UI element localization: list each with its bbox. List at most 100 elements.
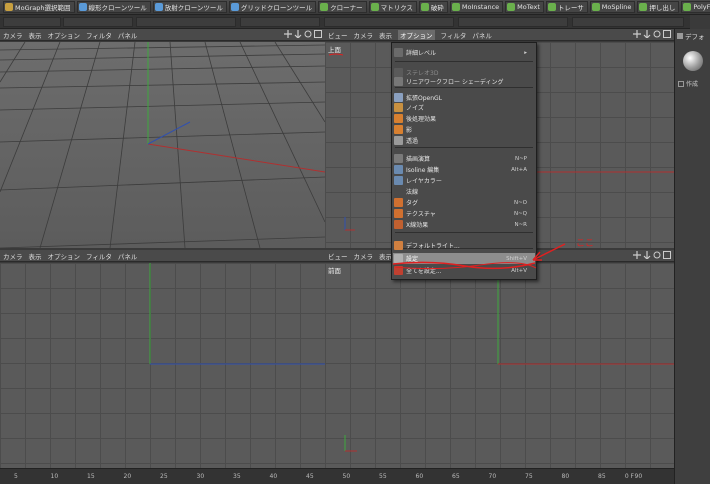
toolbar2-segment[interactable] — [3, 17, 61, 27]
bottom-left-view-header: カメラ 表示 オプション フィルタ パネル — [0, 250, 325, 262]
menu-filter[interactable]: フィルタ — [86, 30, 112, 40]
menu-item[interactable]: 描画演算 N~P — [393, 153, 535, 164]
toolbar2-segment[interactable] — [240, 17, 320, 27]
menu-display[interactable]: 表示 — [29, 30, 42, 40]
menu-view[interactable]: ビュー — [328, 30, 348, 40]
right-viewport[interactable] — [0, 263, 325, 468]
toolbar-button[interactable]: グリッドクローンツール — [228, 1, 317, 13]
toolbar-button[interactable]: トレーサ — [545, 1, 588, 13]
ruler-tick: 30 — [196, 473, 205, 480]
perspective-viewport[interactable] — [0, 42, 325, 248]
maximize-view-icon[interactable] — [663, 30, 671, 38]
rotate-view-icon[interactable] — [653, 251, 661, 259]
ruler-tick: 10 — [50, 473, 59, 480]
menu-item[interactable]: リニアワークフロー シェーディング — [393, 76, 535, 87]
menu-camera[interactable]: カメラ — [3, 30, 23, 40]
menu-separator — [395, 147, 533, 148]
toolbar2-segment[interactable] — [324, 17, 454, 27]
menu-options[interactable]: オプション — [48, 251, 81, 261]
checkbox-icon[interactable] — [678, 80, 684, 87]
toolbar-button[interactable]: 破砕 — [418, 1, 448, 13]
menu-item[interactable]: 詳細レベル ▸ — [393, 47, 535, 58]
menu-panel[interactable]: パネル — [472, 30, 492, 40]
normal-icon — [394, 187, 403, 196]
mograph-toolbar: MoGraph選択範囲 線形クローンツール 放射クローンツール グリッドクローンツール… — [0, 0, 710, 15]
menu-item-shortcut: Alt+A — [511, 166, 527, 173]
rotate-view-icon[interactable] — [304, 30, 312, 38]
toolbar-button-label: 放射クローンツール — [164, 4, 223, 12]
menu-view[interactable]: ビュー — [328, 251, 348, 261]
xray-icon — [394, 220, 403, 229]
matrix-icon — [370, 3, 379, 11]
menu-item[interactable]: テクスチャ N~Q — [393, 208, 535, 219]
tracer-icon — [547, 3, 556, 11]
toolbar2-segment[interactable] — [136, 17, 236, 27]
toolbar-button[interactable]: 押し出し — [637, 1, 680, 13]
zoom-view-icon[interactable] — [643, 30, 651, 39]
menu-camera[interactable]: カメラ — [354, 30, 374, 40]
linear-clone-icon — [78, 3, 87, 11]
menu-item-label: レイヤカラー — [406, 178, 442, 185]
menu-item[interactable]: Isoline 編集 Alt+A — [393, 164, 535, 175]
toolbar-button[interactable]: MoText — [505, 1, 544, 13]
top-right-view-header: ビュー カメラ 表示 オプション フィルタ パネル — [325, 29, 674, 41]
move-view-icon[interactable] — [633, 251, 641, 259]
annotation-scribble — [392, 243, 566, 270]
menu-options[interactable]: オプション — [48, 30, 81, 40]
create-item[interactable]: 作成 — [678, 79, 698, 88]
material-preview-sphere[interactable] — [683, 51, 703, 71]
menu-item[interactable]: レイヤカラー — [393, 175, 535, 186]
ruler-tick: 60 — [415, 473, 424, 480]
front-viewport[interactable]: 前面 — [325, 263, 674, 468]
rotate-view-icon[interactable] — [653, 30, 661, 38]
move-view-icon[interactable] — [284, 30, 292, 38]
perspective-grid — [0, 42, 325, 248]
toolbar-button[interactable]: MoInstance — [449, 1, 504, 13]
panel-tab[interactable]: デフォ — [677, 31, 705, 41]
menu-panel[interactable]: パネル — [118, 30, 138, 40]
menu-options-active[interactable]: オプション — [398, 29, 435, 40]
toolbar-button[interactable]: クローナー — [318, 1, 367, 13]
menu-display[interactable]: 表示 — [379, 30, 392, 40]
menu-display[interactable]: 表示 — [29, 251, 42, 261]
menu-filter[interactable]: フィルタ — [86, 251, 112, 261]
toolbar2-segment[interactable] — [572, 17, 684, 27]
menu-item-shortcut: N~P — [514, 155, 527, 162]
tag-icon — [394, 198, 403, 207]
menu-item-shortcut: N~O — [513, 199, 527, 206]
texture-icon — [394, 209, 403, 218]
menu-item[interactable]: 後処理効果 — [393, 113, 535, 124]
layer-color-icon — [394, 176, 403, 185]
zoom-view-icon[interactable] — [294, 30, 302, 39]
toolbar2-segment[interactable] — [458, 17, 568, 27]
menu-item[interactable]: ノイズ — [393, 102, 535, 113]
toolbar-button-label: 押し出し — [649, 4, 676, 12]
menu-item[interactable]: 透過 — [393, 135, 535, 146]
menu-panel[interactable]: パネル — [118, 251, 138, 261]
menu-item[interactable]: 法線 — [393, 186, 535, 197]
toolbar-button-label: グリッドクローンツール — [240, 4, 313, 12]
menu-item[interactable]: 影 — [393, 124, 535, 135]
menu-item[interactable]: X線効果 N~R — [393, 219, 535, 230]
menu-camera[interactable]: カメラ — [354, 251, 374, 261]
toolbar-button[interactable]: MoSpline — [589, 1, 636, 13]
toolbar-button[interactable]: PolyFX — [681, 1, 710, 13]
toolbar-button[interactable]: マトリクス — [368, 1, 417, 13]
timeline-ruler[interactable]: 0 F 5 10 15 20 25 30 35 40 45 50 55 60 65 70 75 80 85 90 — [0, 468, 674, 484]
maximize-view-icon[interactable] — [663, 251, 671, 259]
move-view-icon[interactable] — [633, 30, 641, 38]
menu-item[interactable]: タグ N~O — [393, 197, 535, 208]
shadow-icon — [394, 125, 403, 134]
menu-filter[interactable]: フィルタ — [441, 30, 467, 40]
menu-separator — [395, 87, 533, 88]
toolbar-button[interactable]: MoGraph選択範囲 — [3, 1, 75, 13]
menu-camera[interactable]: カメラ — [3, 251, 23, 261]
toolbar2-segment[interactable] — [63, 17, 133, 27]
zoom-view-icon[interactable] — [643, 251, 651, 260]
maximize-view-icon[interactable] — [314, 30, 322, 38]
toolbar-button[interactable]: 線形クローンツール — [76, 1, 151, 13]
toolbar-button[interactable]: 放射クローンツール — [152, 1, 227, 13]
ruler-tick: 85 — [598, 473, 606, 480]
mograph-selection-icon — [5, 3, 13, 11]
ruler-tick: 45 — [306, 473, 314, 480]
